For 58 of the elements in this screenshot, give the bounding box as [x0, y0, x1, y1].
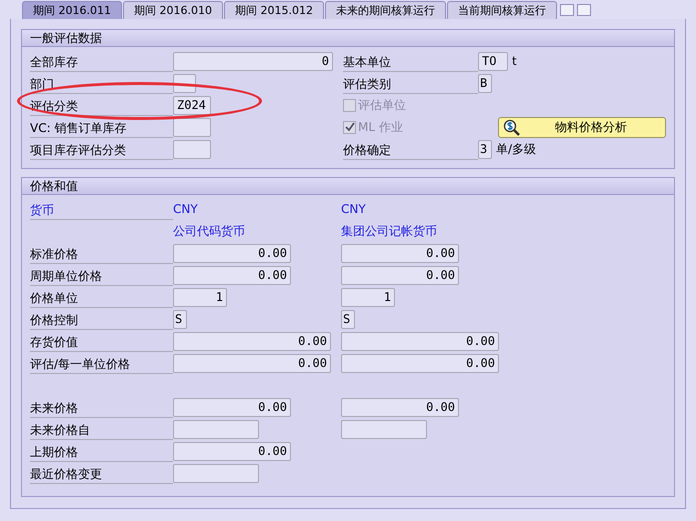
tab[interactable]: 期间 2016.011 — [22, 1, 122, 19]
tab[interactable]: 当前期间核算运行 — [446, 1, 557, 19]
input-field[interactable] — [341, 420, 427, 438]
column-header: 集团公司记帐货币 — [341, 223, 437, 240]
field-label: VC: 销售订单库存 — [30, 119, 173, 138]
input-field[interactable]: S — [173, 310, 187, 328]
input-field[interactable]: 1 — [341, 288, 395, 306]
currency-label[interactable]: 货币 — [30, 201, 173, 220]
group-title: 一般评估数据 — [22, 30, 674, 47]
field-label: 价格控制 — [30, 311, 173, 330]
unit-label: 单/多级 — [496, 141, 536, 158]
column-header: 公司代码货币 — [173, 223, 245, 240]
field-label: 未来价格 — [30, 399, 173, 418]
input-field[interactable]: 3 — [478, 140, 492, 158]
input-field[interactable]: S — [341, 310, 355, 328]
currency-code: CNY — [341, 201, 366, 218]
input-field[interactable]: 0.00 — [173, 354, 331, 372]
currency-code: CNY — [173, 201, 198, 218]
input-field[interactable]: 0.00 — [173, 398, 291, 416]
field-label: 标准价格 — [30, 245, 173, 264]
checkbox-label: ML 作业 — [358, 119, 403, 136]
input-field[interactable]: Z024 — [173, 96, 211, 114]
field-label: 周期单位价格 — [30, 267, 173, 286]
tab[interactable]: 未来的期间核算运行 — [324, 1, 446, 19]
input-field[interactable]: 0.00 — [341, 266, 459, 284]
price-analysis-button[interactable]: 物料价格分析 — [498, 116, 666, 138]
magnifier-dollar-icon — [503, 118, 521, 136]
input-field[interactable] — [173, 118, 211, 136]
input-field[interactable]: 0.00 — [173, 332, 331, 350]
unit-label: t — [512, 53, 517, 70]
input-field[interactable] — [173, 140, 211, 158]
input-field[interactable]: B — [478, 74, 492, 92]
field-label: 未来价格自 — [30, 421, 173, 440]
field-label: 价格单位 — [30, 289, 173, 308]
input-field[interactable]: 0.00 — [341, 244, 459, 262]
input-field[interactable]: 0 — [173, 52, 333, 70]
checkbox-label: 评估单位 — [358, 97, 406, 114]
input-field[interactable] — [173, 464, 259, 482]
input-field[interactable]: 0.00 — [341, 332, 499, 350]
field-label: 项目库存评估分类 — [30, 141, 173, 160]
input-field[interactable] — [173, 420, 259, 438]
tab[interactable]: 期间 2016.010 — [122, 1, 223, 19]
group-title: 价格和值 — [22, 178, 674, 195]
input-field[interactable]: 0.00 — [173, 266, 291, 284]
field-label: 上期价格 — [30, 443, 173, 462]
field-label: 存货价值 — [30, 333, 173, 352]
input-field[interactable]: 0.00 — [341, 354, 499, 372]
tab-scroll-button[interactable] — [576, 4, 591, 16]
tab-scroll-button[interactable] — [560, 4, 574, 16]
input-field[interactable]: 0.00 — [173, 244, 291, 262]
field-label: 评估/每一单位价格 — [30, 355, 173, 374]
input-field[interactable]: TO — [478, 52, 508, 70]
field-label: 最近价格变更 — [30, 465, 173, 484]
input-field[interactable]: 1 — [173, 288, 227, 306]
input-field[interactable]: 0.00 — [173, 442, 291, 460]
tab[interactable]: 期间 2015.012 — [224, 1, 324, 19]
field-label: 全部库存 — [30, 53, 173, 72]
input-field[interactable]: 0.00 — [341, 398, 459, 416]
